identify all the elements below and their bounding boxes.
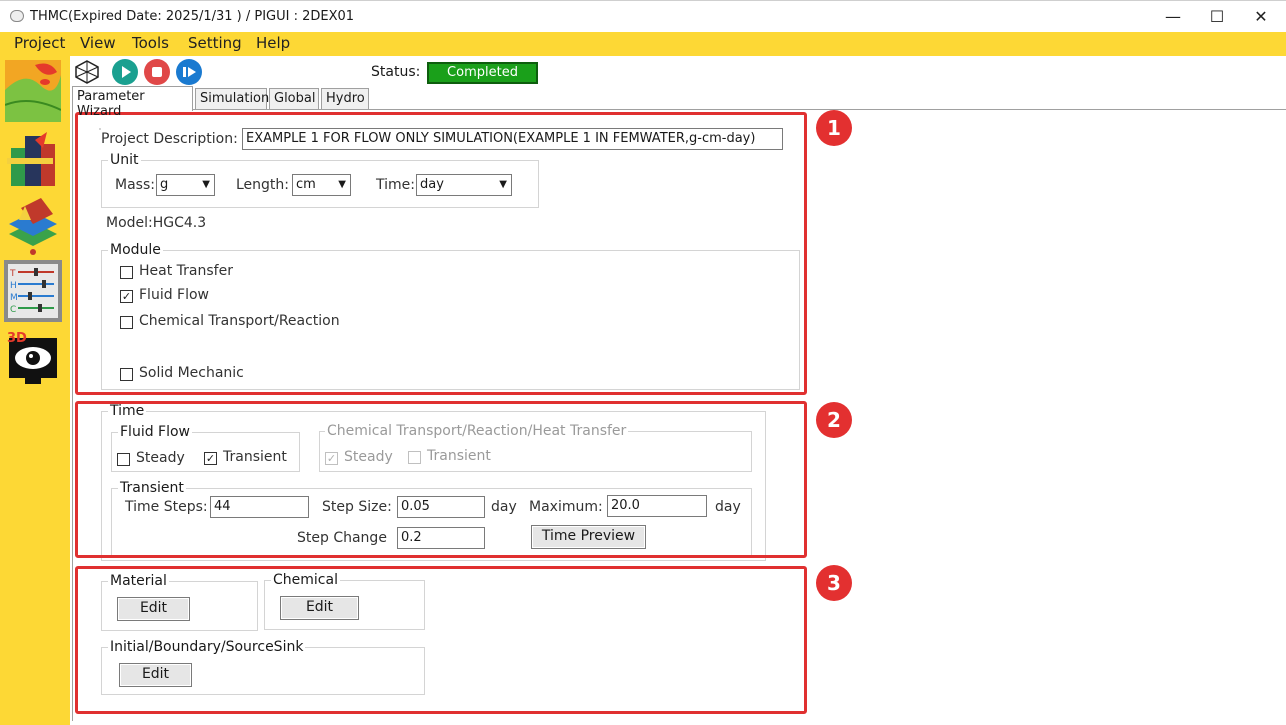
highlight-box-2	[75, 401, 807, 558]
left-sidebar: T H M C 3D	[0, 56, 70, 725]
title-bar: THMC(Expired Date: 2025/1/31 ) / PIGUI :…	[0, 0, 1286, 32]
app-icon	[10, 10, 24, 22]
window-title: THMC(Expired Date: 2025/1/31 ) / PIGUI :…	[30, 9, 355, 24]
toolbar	[70, 56, 1286, 86]
step-icon[interactable]	[176, 59, 202, 85]
play-icon[interactable]	[112, 59, 138, 85]
annotation-badge-1: 1	[816, 110, 852, 146]
tab-parameter-wizard[interactable]: Parameter Wizard	[72, 86, 193, 119]
stop-icon[interactable]	[144, 59, 170, 85]
menu-bar: Project View Tools Setting Help	[0, 32, 1286, 56]
tab-global[interactable]: Global	[269, 88, 319, 110]
thmc-letter-t: T	[9, 269, 16, 279]
books-icon[interactable]	[5, 130, 61, 192]
map-contour-icon[interactable]	[4, 60, 62, 122]
thmc-letter-c: C	[10, 305, 16, 315]
3d-label: 3D	[7, 331, 27, 346]
close-button[interactable]: ✕	[1238, 1, 1284, 32]
menu-view[interactable]: View	[80, 34, 116, 52]
thmc-letter-h: H	[10, 281, 17, 291]
highlight-box-3	[75, 566, 807, 714]
annotation-badge-3: 3	[816, 565, 852, 601]
thmc-letter-m: M	[10, 293, 18, 303]
menu-project[interactable]: Project	[14, 34, 65, 52]
tab-simulation[interactable]: Simulation	[195, 88, 269, 110]
annotation-badge-2: 2	[816, 402, 852, 438]
menu-help[interactable]: Help	[256, 34, 290, 52]
menu-setting[interactable]: Setting	[188, 34, 242, 52]
maximize-button[interactable]: ☐	[1194, 1, 1240, 32]
status-badge: Completed	[427, 62, 538, 84]
mesh-icon[interactable]	[74, 59, 100, 85]
mesh-layers-icon[interactable]	[5, 194, 61, 256]
highlight-box-1	[75, 112, 807, 395]
status-label: Status:	[371, 64, 421, 80]
minimize-button[interactable]: —	[1150, 1, 1196, 32]
thmc-sliders-icon[interactable]: T H M C	[4, 260, 62, 322]
tab-hydro[interactable]: Hydro	[321, 88, 369, 110]
menu-tools[interactable]: Tools	[132, 34, 169, 52]
3d-eye-icon[interactable]: 3D	[5, 330, 61, 392]
